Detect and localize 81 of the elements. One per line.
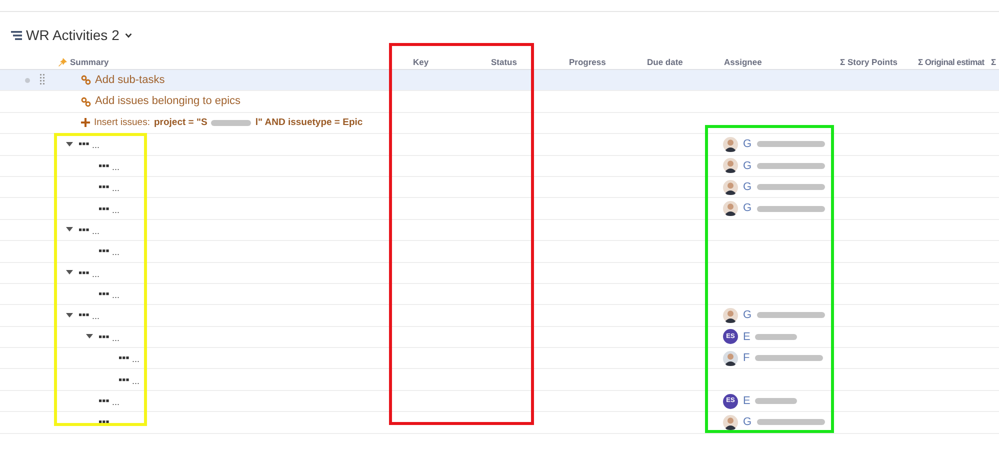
structure-title[interactable]: WR Activities 2 (26, 24, 120, 46)
issue-summary[interactable]: ... (92, 312, 100, 322)
column-header[interactable]: Status (491, 56, 517, 69)
column-header[interactable]: Summary (70, 56, 109, 69)
column-header[interactable]: Due date (647, 56, 683, 69)
issue-summary[interactable]: ... (112, 206, 120, 215)
query-text: l" AND issuetype = Epic (255, 116, 363, 130)
issue-dots-icon (99, 164, 109, 168)
issue-dots-icon (99, 249, 109, 254)
issue-dots-icon (99, 292, 109, 296)
avatar-silhouette-icon (723, 350, 738, 366)
avatar-silhouette-icon (723, 136, 738, 152)
issue-summary[interactable]: ... (132, 376, 140, 386)
issue-summary[interactable]: ... (112, 162, 120, 172)
assignee-initial[interactable]: E (743, 392, 750, 410)
avatar-silhouette-icon (723, 414, 738, 430)
issue-summary[interactable]: ... (112, 291, 120, 300)
issue-summary[interactable]: ... (92, 141, 100, 150)
expand-caret-icon[interactable] (66, 312, 73, 318)
assignee-initial[interactable]: G (743, 178, 752, 196)
insert-label: Insert issues: (94, 116, 150, 130)
assignee-initial[interactable]: F (743, 350, 750, 367)
issue-dots-icon (119, 378, 129, 382)
issue-dots-icon (99, 185, 109, 190)
column-header[interactable]: Σ Story Points (840, 56, 898, 69)
action-row[interactable]: Add sub-tasks (0, 70, 999, 92)
avatar-silhouette-icon (723, 201, 738, 216)
issue-summary[interactable]: ... (92, 270, 100, 279)
issue-summary[interactable]: ... (112, 184, 120, 194)
column-header[interactable]: Σ Original estimat (918, 56, 984, 69)
add-link[interactable]: Add sub-tasks (95, 72, 165, 88)
assignee-initial[interactable]: G (743, 158, 752, 174)
issue-summary[interactable]: ... (112, 248, 120, 258)
structure-icon (11, 30, 22, 40)
add-link[interactable]: Add issues belonging to epics (95, 93, 241, 110)
assignee-initial[interactable]: G (743, 414, 752, 431)
assignee-initial[interactable]: G (743, 136, 752, 153)
issue-summary[interactable]: ... (112, 398, 120, 408)
issue-dots-icon (99, 420, 109, 424)
avatar-silhouette-icon (723, 180, 738, 195)
issue-dots-icon (79, 228, 89, 232)
chevron-down-icon[interactable] (125, 32, 132, 38)
redaction-bar (754, 355, 823, 362)
column-header[interactable]: Progress (569, 56, 606, 69)
assignee-initial[interactable]: G (743, 200, 752, 217)
expand-caret-icon[interactable] (66, 227, 73, 232)
redaction-bar (755, 398, 798, 404)
issue-dots-icon (99, 399, 109, 404)
query-text: project = "S (154, 116, 208, 130)
issue-dots-icon (79, 313, 89, 318)
redaction-bar (211, 120, 252, 126)
avatar-silhouette-icon (723, 308, 738, 323)
issue-dots-icon (99, 334, 109, 339)
assignee-initial[interactable]: G (743, 307, 752, 324)
assignee-initial[interactable]: E (743, 328, 750, 346)
issue-dots-icon (119, 356, 129, 360)
redaction-bar (756, 419, 825, 426)
issue-dots-icon (99, 206, 109, 211)
column-header[interactable]: Σ (991, 56, 996, 69)
redaction-bar (756, 184, 825, 190)
plus-icon (81, 118, 90, 128)
expand-caret-icon[interactable] (86, 334, 93, 340)
redaction-bar (756, 162, 825, 169)
avatar-silhouette-icon (723, 158, 738, 174)
issue-dots-icon (79, 142, 89, 146)
drag-handle-icon[interactable] (40, 74, 45, 86)
expand-caret-icon[interactable] (66, 270, 73, 276)
issue-dots-icon (79, 270, 89, 275)
column-header[interactable]: Key (413, 56, 429, 69)
link-icon (81, 96, 91, 107)
redaction-bar (756, 312, 825, 318)
redaction-bar (755, 334, 798, 340)
issue-summary[interactable]: ... (92, 226, 100, 236)
issue-summary[interactable]: ... (112, 334, 120, 343)
redaction-bar (756, 141, 825, 148)
link-icon (81, 75, 91, 86)
column-header[interactable]: Assignee (724, 56, 762, 69)
expand-caret-icon[interactable] (66, 142, 73, 147)
pin-icon (58, 58, 67, 67)
issue-summary[interactable]: ... (132, 355, 140, 364)
redaction-bar (756, 206, 825, 212)
